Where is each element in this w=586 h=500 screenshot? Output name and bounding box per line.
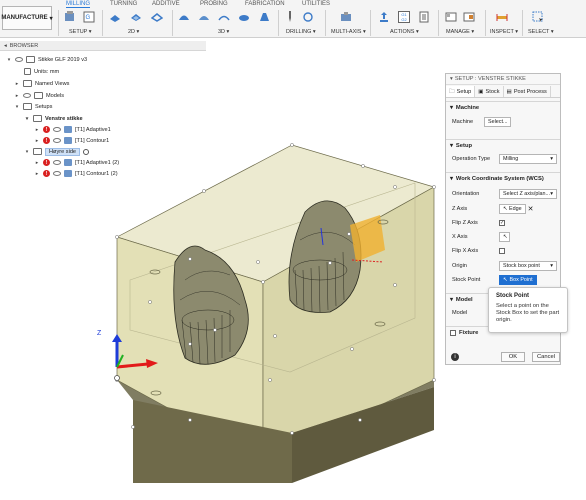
tooltip-body: Select a point on the Stock Box to set t…	[496, 303, 560, 323]
stock-tab-icon: ▣	[478, 88, 484, 95]
chevron-down-icon: ▾	[550, 263, 553, 269]
dialog-tabs: 🗀 Setup ▣ Stock ▤ Post Process	[446, 86, 560, 98]
orientation-value: Select Z axis/plan...	[503, 191, 551, 197]
cursor-icon: ↖	[503, 277, 508, 283]
checkbox-empty	[499, 248, 505, 254]
stock-point-tooltip: Stock Point Select a point on the Stock …	[488, 287, 568, 333]
section-model-label: Model	[455, 296, 473, 303]
flip-z-label: Flip Z Axis	[452, 220, 478, 226]
z-axis-value: Edge	[509, 206, 522, 212]
z-axis-label: Z	[97, 330, 102, 337]
dialog-title-bar[interactable]: ▾ SETUP : VENSTRE STIKKE	[446, 74, 560, 85]
tab-stock[interactable]: ▣ Stock	[475, 86, 504, 97]
model-label: Model	[452, 310, 468, 316]
cursor-icon: ↖	[499, 232, 510, 242]
stock-point-button[interactable]: ↖ Box Point	[499, 275, 537, 285]
section-wcs-label: Work Coordinate System (WCS)	[455, 175, 544, 182]
ok-button[interactable]: OK	[501, 352, 525, 362]
tooltip-title: Stock Point	[496, 293, 530, 299]
info-icon[interactable]: i	[451, 353, 459, 361]
fixture-checkbox[interactable]	[450, 329, 456, 336]
setup-tab-icon: 🗀	[449, 88, 455, 95]
cancel-label: Cancel	[536, 354, 556, 360]
tab-post-process[interactable]: ▤ Post Process	[504, 86, 551, 97]
section-setup[interactable]: ▾ Setup	[446, 139, 560, 151]
operation-type-label: Operation Type	[452, 156, 491, 162]
stock-point-button-label: Box Point	[509, 277, 533, 283]
tab-setup-label: Setup	[456, 88, 472, 95]
machine-select-button[interactable]: Select...	[484, 117, 512, 127]
flip-x-label: Flip X Axis	[452, 248, 479, 254]
chevron-down-icon: ▾	[450, 104, 453, 111]
ok-label: OK	[508, 354, 518, 360]
cursor-icon: ↖	[503, 206, 508, 212]
chevron-down-icon: ▾	[450, 142, 453, 149]
section-setup-label: Setup	[455, 142, 473, 149]
section-fixture-label: Fixture	[459, 329, 479, 336]
z-axis-label-text: Z Axis	[452, 206, 468, 212]
tab-setup[interactable]: 🗀 Setup	[446, 86, 476, 97]
stock-point-label: Stock Point	[452, 277, 481, 283]
origin-value: Stock box point	[503, 263, 540, 269]
section-machine-label: Machine	[455, 104, 480, 111]
flip-z-checkbox[interactable]: ✓	[499, 218, 505, 228]
chevron-down-icon: ▾	[450, 175, 453, 182]
section-wcs[interactable]: ▾ Work Coordinate System (WCS)	[446, 172, 560, 184]
chevron-down-icon: ▾	[450, 296, 453, 303]
origin-select[interactable]: Stock box point ▾	[499, 261, 557, 271]
dialog-title: SETUP : VENSTRE STIKKE	[454, 76, 526, 82]
machine-select-label: Select...	[484, 117, 512, 127]
tab-stock-label: Stock	[485, 88, 500, 95]
section-machine[interactable]: ▾ Machine	[446, 101, 560, 113]
machine-label: Machine	[452, 119, 474, 125]
origin-label: Origin	[452, 263, 467, 269]
post-process-tab-icon: ▤	[506, 88, 512, 95]
checkmark-icon: ✓	[499, 220, 505, 226]
cancel-button[interactable]: Cancel	[532, 352, 560, 362]
z-axis-selector[interactable]: ↖ Edge ✕	[499, 204, 534, 214]
clear-selection-icon[interactable]: ✕	[528, 205, 534, 213]
operation-type-value: Milling	[503, 156, 519, 162]
tab-post-process-label: Post Process	[513, 88, 547, 95]
orientation-select[interactable]: Select Z axis/plan... ▾	[499, 189, 557, 199]
chevron-down-icon: ▾	[550, 191, 553, 197]
x-axis-selector[interactable]: ↖	[499, 232, 510, 242]
operation-type-select[interactable]: Milling ▾	[499, 154, 557, 164]
orientation-label: Orientation	[452, 191, 480, 197]
collapse-icon[interactable]: ▾	[450, 76, 453, 82]
chevron-down-icon: ▾	[550, 156, 553, 162]
x-axis-label-text: X Axis	[452, 234, 468, 240]
flip-x-checkbox[interactable]	[499, 246, 505, 256]
